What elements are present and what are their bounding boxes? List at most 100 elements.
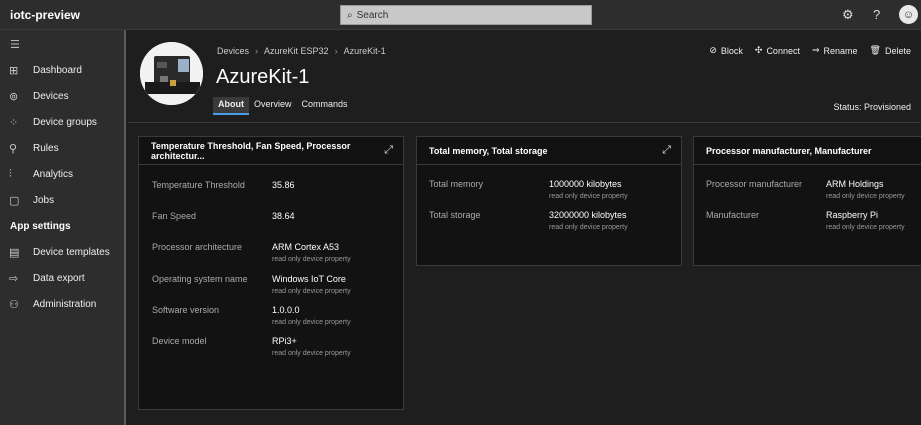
expand-icon[interactable]: ⤢ [662, 144, 671, 157]
property-value: Raspberry Pi [826, 210, 879, 220]
breadcrumb: Devices › AzureKit ESP32 › AzureKit-1 [217, 46, 386, 56]
property-note: read only device property [272, 288, 351, 295]
property-value: 32000000 kilobytes [549, 210, 627, 220]
sidebar-item-administration[interactable]: ⚇ Administration [0, 291, 126, 317]
chevron-right-icon: › [255, 46, 259, 56]
property-name: Fan Speed [152, 211, 197, 221]
card-title: Temperature Threshold, Fan Speed, Proces… [139, 137, 403, 165]
property-note: read only device property [549, 193, 628, 200]
property-card-1: Temperature Threshold, Fan Speed, Proces… [138, 136, 404, 410]
status-badge: Status: Provisioned [833, 102, 911, 112]
top-bar: iotc-preview ⌕ Search ⚙ ? ☺ [0, 0, 921, 30]
property-name: Processor architecture [152, 242, 243, 252]
property-name: Operating system name [152, 274, 248, 284]
rename-button[interactable]: ⇒ Rename [812, 45, 858, 56]
connect-button[interactable]: ✣ Connect [755, 45, 800, 56]
property-name: Software version [152, 305, 220, 315]
rename-icon: ⇒ [811, 45, 820, 55]
property-name: Temperature Threshold [152, 180, 245, 190]
property-name: Total storage [429, 210, 481, 220]
sidebar-item-label: Device templates [33, 246, 110, 258]
rules-icon: ⚲ [9, 142, 18, 155]
app-title[interactable]: iotc-preview [10, 8, 80, 22]
sidebar-item-label: Devices [33, 90, 69, 102]
tab-about[interactable]: About [213, 97, 249, 115]
sidebar-item-devices[interactable]: ⊚ Devices [0, 83, 126, 109]
breadcrumb-devices[interactable]: Devices [217, 46, 249, 56]
card-title: Processor manufacturer, Manufacturer [694, 137, 921, 165]
page-title: AzureKit-1 [216, 66, 310, 88]
property-name: Processor manufacturer [706, 179, 803, 189]
property-note: read only device property [272, 319, 351, 326]
search-box[interactable]: ⌕ Search [340, 5, 592, 25]
connect-label: Connect [766, 45, 800, 56]
analytics-icon: ⫶ [9, 167, 12, 180]
delete-label: Delete [884, 45, 911, 56]
property-value: 1.0.0.0 [272, 305, 300, 315]
device-image [140, 42, 203, 105]
search-icon: ⌕ [347, 9, 353, 21]
property-note: read only device property [272, 350, 351, 357]
card-title: Total memory, Total storage [417, 137, 681, 165]
search-placeholder: Search [356, 9, 389, 21]
sidebar: ☰ ⊞ Dashboard ⊚ Devices ⁘ Device groups … [0, 30, 126, 425]
action-bar: ⊘ Block ✣ Connect ⇒ Rename 🗑 Delete [709, 45, 911, 56]
tab-commands[interactable]: Commands [297, 97, 353, 115]
rename-label: Rename [823, 45, 858, 56]
connect-icon: ✣ [754, 45, 763, 55]
dashboard-icon: ⊞ [9, 64, 19, 77]
sidebar-item-label: Device groups [33, 116, 97, 128]
sidebar-item-rules[interactable]: ⚲ Rules [0, 135, 126, 161]
help-icon[interactable]: ? [873, 7, 880, 22]
data-export-icon: ⇨ [9, 272, 19, 285]
gear-icon[interactable]: ⚙ [842, 7, 854, 23]
jobs-icon: ▢ [9, 194, 20, 207]
property-value: 1000000 kilobytes [549, 179, 622, 189]
administration-icon: ⚇ [9, 298, 19, 311]
property-value: Windows IoT Core [272, 274, 346, 284]
sidebar-item-label: Jobs [33, 194, 55, 206]
sidebar-item-analytics[interactable]: ⫶ Analytics [0, 161, 126, 187]
sidebar-item-data-export[interactable]: ⇨ Data export [0, 265, 126, 291]
property-name: Manufacturer [706, 210, 760, 220]
sidebar-item-label: Dashboard [33, 64, 82, 76]
devices-icon: ⊚ [9, 90, 19, 103]
property-note: read only device property [549, 224, 628, 231]
property-note: read only device property [272, 256, 351, 263]
property-note: read only device property [826, 224, 905, 231]
expand-icon[interactable]: ⤢ [384, 144, 393, 157]
device-templates-icon: ▤ [9, 246, 20, 259]
chevron-right-icon: › [334, 46, 338, 56]
breadcrumb-device[interactable]: AzureKit-1 [344, 46, 386, 56]
device-groups-icon: ⁘ [9, 116, 19, 129]
sidebar-item-device-templates[interactable]: ▤ Device templates [0, 239, 126, 265]
property-note: read only device property [826, 193, 905, 200]
property-value: ARM Holdings [826, 179, 884, 189]
device-header: Devices › AzureKit ESP32 › AzureKit-1 Az… [128, 30, 921, 123]
block-button[interactable]: ⊘ Block [709, 45, 743, 56]
trash-icon: 🗑 [869, 45, 881, 55]
block-label: Block [720, 45, 743, 56]
tab-bar: About Overview Commands [213, 97, 353, 115]
tab-overview[interactable]: Overview [249, 97, 297, 115]
property-value: RPi3+ [272, 336, 297, 346]
property-card-2: Total memory, Total storage ⤢ Total memo… [416, 136, 682, 266]
property-value: ARM Cortex A53 [272, 242, 340, 252]
delete-button[interactable]: 🗑 Delete [870, 45, 911, 56]
sidebar-item-label: Rules [33, 142, 59, 154]
sidebar-item-device-groups[interactable]: ⁘ Device groups [0, 109, 126, 135]
breadcrumb-template[interactable]: AzureKit ESP32 [264, 46, 329, 56]
property-value: 35.86 [272, 180, 295, 190]
property-name: Device model [152, 336, 207, 346]
avatar[interactable]: ☺ [899, 5, 918, 24]
sidebar-item-label: Analytics [33, 168, 74, 180]
sidebar-item-label: Administration [33, 298, 97, 310]
main-content: Devices › AzureKit ESP32 › AzureKit-1 Az… [128, 30, 921, 425]
property-name: Total memory [429, 179, 484, 189]
property-card-3: Processor manufacturer, Manufacturer Pro… [693, 136, 921, 266]
sidebar-item-jobs[interactable]: ▢ Jobs [0, 187, 126, 213]
sidebar-item-dashboard[interactable]: ⊞ Dashboard [0, 57, 126, 83]
property-value: 38.64 [272, 211, 295, 221]
hamburger-menu-icon[interactable]: ☰ [10, 38, 20, 51]
sidebar-section-app-settings: App settings [10, 221, 71, 232]
